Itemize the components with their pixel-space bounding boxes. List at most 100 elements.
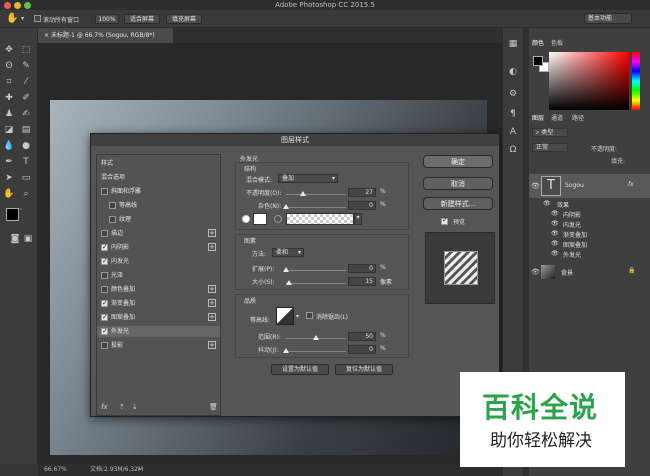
move-up-icon[interactable]: ⇡ (119, 403, 125, 411)
quick-mask-icon[interactable]: ◙ (9, 233, 21, 245)
scroll-all-checkbox[interactable] (34, 15, 41, 22)
history-panel-icon[interactable]: ▦ (507, 38, 519, 50)
style-list-item[interactable]: 颜色叠加 + (97, 284, 220, 295)
style-list-item[interactable]: 外发光 (97, 326, 220, 337)
pen-tool-icon[interactable]: ✒ (3, 156, 15, 168)
style-list-item[interactable]: 等高线 (97, 200, 220, 211)
spread-slider-thumb[interactable] (283, 267, 289, 272)
character-panel-icon[interactable]: A (507, 126, 519, 138)
style-checkbox[interactable] (101, 326, 108, 337)
style-list-item[interactable]: 渐变叠加 + (97, 298, 220, 309)
fg-color-swatch[interactable] (533, 56, 543, 66)
document-tab[interactable]: × 未标题-1 @ 66.7% (Sogou, RGB/8*) (38, 28, 173, 43)
add-effect-plus-icon[interactable]: + (208, 285, 216, 293)
jitter-slider-thumb[interactable] (283, 348, 289, 353)
fx-menu-icon[interactable]: fx (101, 403, 108, 411)
gradient-dropdown-icon[interactable]: ▾ (354, 213, 362, 225)
size-input[interactable]: 15 (348, 277, 376, 286)
noise-slider[interactable] (286, 207, 346, 208)
range-slider-thumb[interactable] (313, 335, 319, 340)
style-checkbox[interactable] (101, 272, 108, 279)
status-arrow-icon[interactable]: › (138, 464, 140, 476)
new-style-button[interactable]: 新建样式... (423, 197, 493, 210)
layer-blend-mode[interactable]: 正常 (532, 143, 568, 152)
tab-color[interactable]: 颜色 (532, 38, 544, 47)
layer-kind-filter[interactable]: ⌕ 类型 (532, 128, 568, 137)
eye-icon[interactable]: 👁 (543, 200, 551, 207)
layer-row-sogou[interactable]: 👁 T Sogou fx (529, 174, 650, 198)
eye-icon[interactable]: 👁 (551, 210, 559, 217)
antialias-checkbox[interactable] (306, 312, 313, 319)
glow-gradient-picker[interactable] (286, 213, 354, 225)
effect-row[interactable]: 👁 内阴影 (529, 210, 650, 219)
preview-checkbox[interactable] (441, 216, 448, 225)
color-field[interactable] (549, 52, 629, 110)
tab-paths[interactable]: 路径 (572, 113, 584, 122)
close-tab-icon[interactable]: × (44, 32, 51, 39)
layer-fx-icon[interactable]: fx (628, 181, 634, 188)
style-checkbox[interactable] (101, 256, 108, 267)
tab-swatches[interactable]: 色板 (551, 38, 563, 47)
spread-input[interactable]: 0 (348, 264, 376, 273)
shape-tool-icon[interactable]: ▭ (20, 172, 32, 184)
tab-channels[interactable]: 通道 (551, 113, 563, 122)
fit-screen-button[interactable]: 适合屏幕 (124, 14, 160, 24)
effects-header[interactable]: 👁 效果 (529, 200, 650, 209)
eyedropper-tool-icon[interactable]: ⁄ (20, 76, 32, 88)
eye-icon[interactable]: 👁 (551, 230, 559, 237)
style-checkbox[interactable] (101, 242, 108, 253)
effect-row[interactable]: 👁 图案叠加 (529, 240, 650, 249)
marquee-tool-icon[interactable]: ⬚ (20, 44, 32, 56)
opacity-slider[interactable] (286, 194, 346, 195)
style-checkbox[interactable] (101, 230, 108, 237)
crop-tool-icon[interactable]: ⌗ (3, 76, 15, 88)
brush-tool-icon[interactable]: ✐ (20, 92, 32, 104)
style-checkbox[interactable] (101, 286, 108, 293)
layer-row-background[interactable]: 👁 背景 🔒 (529, 264, 650, 280)
range-input[interactable]: 50 (348, 332, 376, 341)
eye-icon[interactable]: 👁 (551, 220, 559, 227)
jitter-input[interactable]: 0 (348, 345, 376, 354)
size-slider-thumb[interactable] (286, 280, 292, 285)
add-effect-plus-icon[interactable]: + (208, 243, 216, 251)
add-effect-plus-icon[interactable]: + (208, 313, 216, 321)
style-checkbox[interactable] (109, 216, 116, 223)
dodge-tool-icon[interactable]: ● (20, 140, 32, 152)
opacity-slider-thumb[interactable] (300, 191, 306, 196)
technique-select[interactable]: 柔和 ▾ (272, 248, 304, 257)
stamp-tool-icon[interactable]: ♟ (3, 108, 15, 120)
style-list-item[interactable]: 斜面和浮雕 (97, 186, 220, 197)
hand-tool-icon[interactable]: ✋ (3, 188, 15, 200)
style-list-item[interactable]: 图案叠加 + (97, 312, 220, 323)
style-list-item[interactable]: 纹理 (97, 214, 220, 225)
style-checkbox[interactable] (109, 202, 116, 209)
gradient-tool-icon[interactable]: ▤ (20, 124, 32, 136)
contour-picker[interactable] (276, 307, 294, 325)
style-list-item[interactable]: 内发光 (97, 256, 220, 267)
size-slider[interactable] (286, 283, 346, 284)
style-checkbox[interactable] (101, 298, 108, 309)
tab-layers[interactable]: 图层 (532, 113, 544, 122)
foreground-color-swatch[interactable] (6, 208, 19, 221)
make-default-button[interactable]: 设置为默认值 (271, 364, 329, 375)
hue-slider[interactable] (632, 52, 640, 110)
style-checkbox[interactable] (101, 342, 108, 349)
quick-select-tool-icon[interactable]: ✎ (20, 60, 32, 72)
cancel-button[interactable]: 取消 (423, 177, 493, 190)
style-list-item[interactable]: 投影 + (97, 340, 220, 351)
zoom-window-button[interactable] (24, 2, 31, 9)
blend-options-item[interactable]: 混合选项 (97, 172, 220, 183)
glyphs-panel-icon[interactable]: Ω (507, 144, 519, 156)
visibility-eye-icon[interactable]: 👁 (531, 182, 540, 190)
blur-tool-icon[interactable]: 💧 (3, 140, 15, 152)
solid-color-radio[interactable] (242, 215, 250, 223)
history-brush-icon[interactable]: ✍ (20, 108, 32, 120)
glow-color-swatch[interactable] (253, 213, 267, 225)
add-effect-plus-icon[interactable]: + (208, 229, 216, 237)
blend-mode-select[interactable]: 叠加 ▾ (278, 174, 338, 183)
gradient-radio[interactable] (274, 215, 282, 223)
fill-screen-button[interactable]: 填充屏幕 (166, 14, 202, 24)
properties-panel-icon[interactable]: ⚙ (507, 88, 519, 100)
effect-row[interactable]: 👁 外发光 (529, 250, 650, 259)
add-effect-plus-icon[interactable]: + (208, 341, 216, 349)
